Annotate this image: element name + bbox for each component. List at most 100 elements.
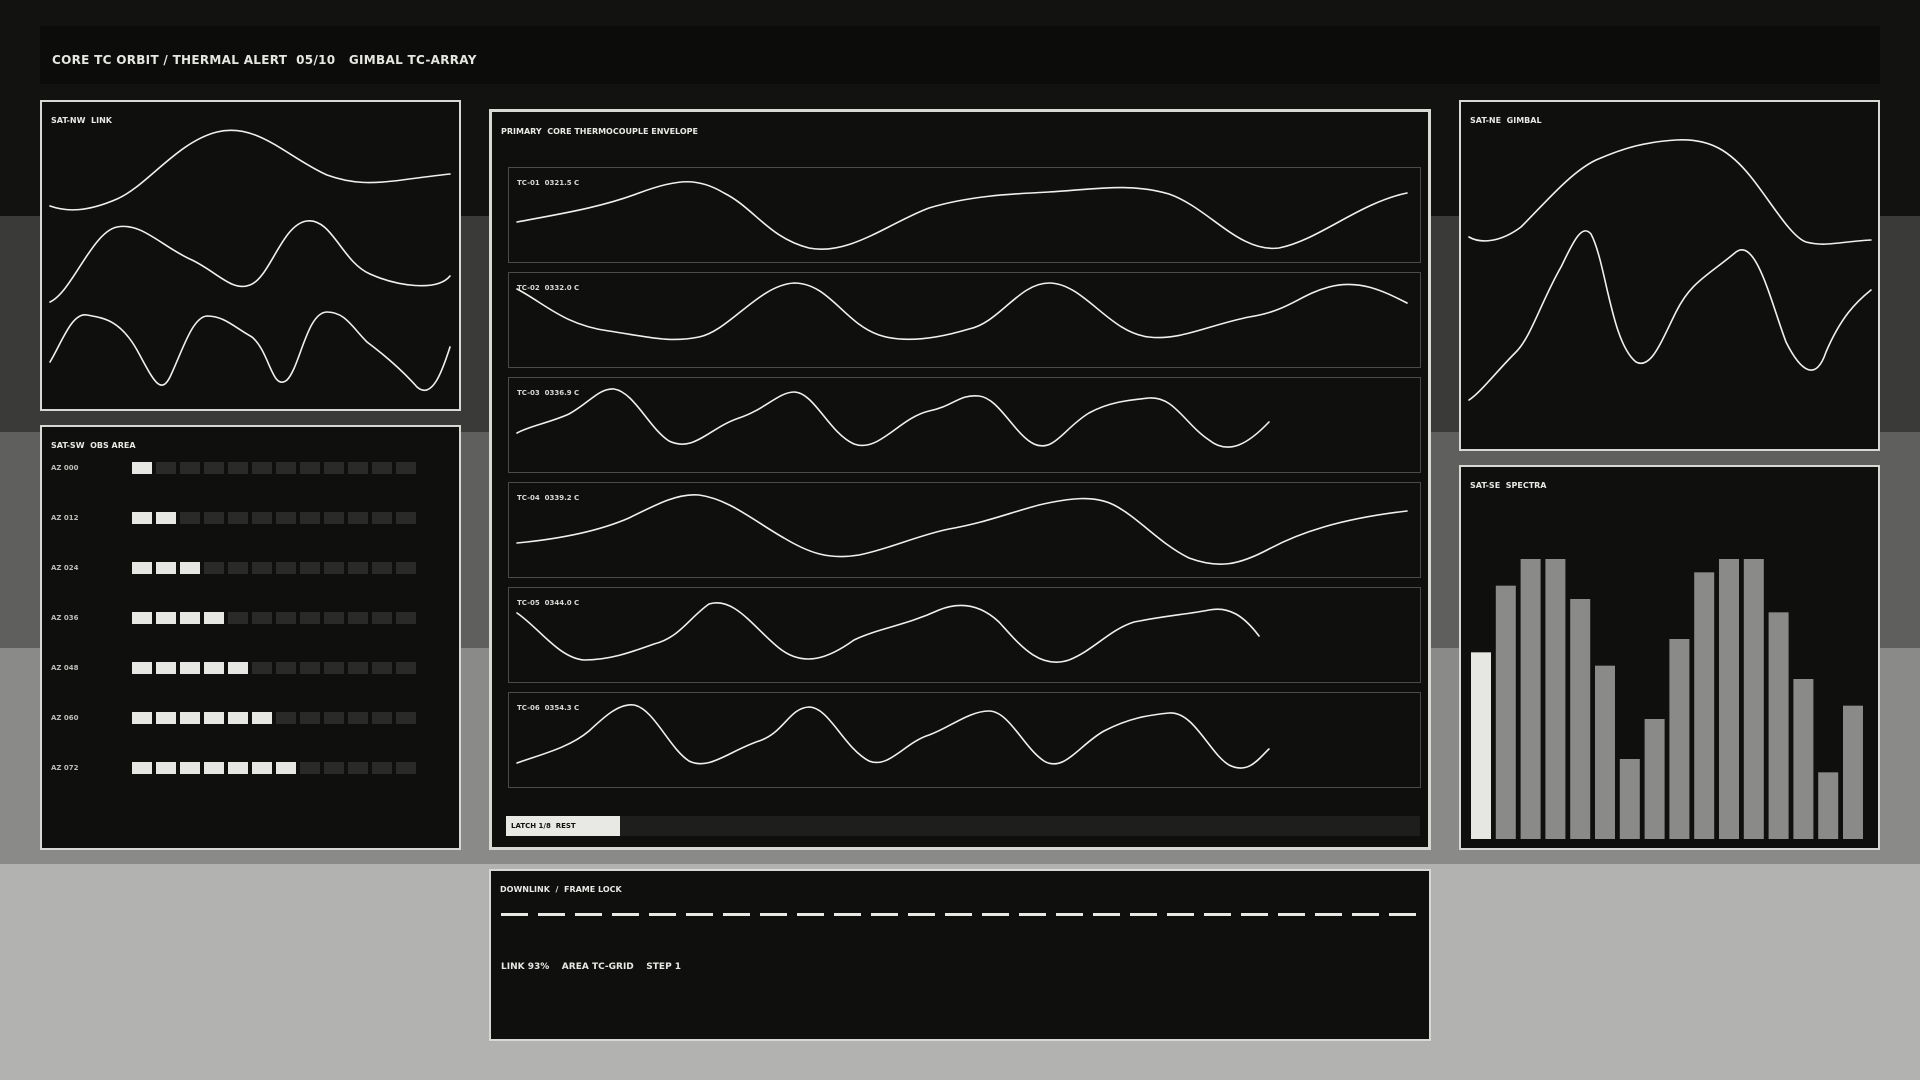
obs-row: AZ 000 [51,462,431,474]
panel-title: PRIMARY CORE THERMOCOUPLE ENVELOPE [501,127,698,136]
obs-cell [132,662,152,674]
sat-ne-trace-2 [1468,230,1872,401]
obs-cell [228,762,248,774]
obs-cell [252,762,272,774]
spectra-bar [1719,559,1739,839]
obs-row: AZ 060 [51,712,431,724]
obs-cell [180,462,200,474]
panel-sat-se-spectra: SAT-SE SPECTRA [1459,465,1880,850]
obs-cell [252,662,272,674]
obs-cell [348,712,368,724]
obs-cell [372,462,392,474]
obs-cell [156,712,176,724]
downlink-status: LINK 93% AREA TC-GRID STEP 1 [501,962,682,972]
obs-cell [300,562,320,574]
obs-cell [252,562,272,574]
spectra-bar [1644,719,1665,839]
obs-cell [348,662,368,674]
obs-cell [348,512,368,524]
obs-cell [348,562,368,574]
spectra-bar [1520,559,1541,839]
obs-cell [300,512,320,524]
obs-cell [300,612,320,624]
obs-cell [228,712,248,724]
obs-cell [348,462,368,474]
tc-waveform [516,388,1270,448]
latch-label: LATCH 1/8 REST [511,822,576,830]
obs-cell [372,612,392,624]
obs-cell [276,662,296,674]
spectra-bar [1768,612,1789,839]
spectra-bar [1694,572,1715,839]
obs-cell [396,712,416,724]
panel-primary-thermocouple: PRIMARY CORE THERMOCOUPLE ENVELOPE TC-01… [489,109,1431,850]
panel-sat-nw-link: SAT-NW LINK [40,100,461,411]
obs-cell [396,612,416,624]
obs-row-label: AZ 024 [51,564,79,572]
obs-cell [180,512,200,524]
obs-cell [156,512,176,524]
obs-cell [324,512,344,524]
obs-cell [276,612,296,624]
obs-row: AZ 048 [51,662,431,674]
tc-strip: TC-06 0354.3 C [508,692,1421,788]
obs-cell [324,712,344,724]
obs-cell [132,462,152,474]
frame-lock-dashes [501,913,1417,916]
obs-cell [204,612,224,624]
spectra-bar [1619,759,1640,839]
obs-cell [252,462,272,474]
obs-cell [252,712,272,724]
panel-title: DOWNLINK / FRAME LOCK [500,885,622,894]
spectra-bar [1793,679,1814,839]
tc-waveform [516,493,1408,565]
tc-strip: TC-03 0336.9 C [508,377,1421,473]
obs-cell [180,712,200,724]
obs-cell [204,462,224,474]
obs-row: AZ 012 [51,512,431,524]
obs-cell [276,562,296,574]
sat-nw-trace-1 [49,129,451,211]
obs-cell [180,762,200,774]
obs-cell [348,612,368,624]
tc-strip: TC-02 0332.0 C [508,272,1421,368]
obs-cell [396,662,416,674]
obs-cell [180,612,200,624]
obs-row: AZ 072 [51,762,431,774]
obs-cell [348,762,368,774]
obs-cell [300,462,320,474]
sat-ne-trace-1 [1468,139,1872,245]
spectra-bar [1669,639,1690,839]
tc-waveform [516,282,1408,341]
obs-cell [132,712,152,724]
obs-cell [228,612,248,624]
obs-cell [324,612,344,624]
obs-cell [252,612,272,624]
obs-cell [396,562,416,574]
spectra-bar [1743,559,1764,839]
obs-row-label: AZ 012 [51,514,79,522]
obs-cell [156,462,176,474]
obs-cell [396,462,416,474]
obs-cell [156,662,176,674]
sat-ne-waveform [1468,139,1872,401]
header-bar: CORE TC ORBIT / THERMAL ALERT 05/10 GIMB… [40,26,1880,84]
panel-title: SAT-SW OBS AREA [51,441,136,450]
obs-cell [372,662,392,674]
obs-cell [204,562,224,574]
obs-cell [300,762,320,774]
obs-row-label: AZ 036 [51,614,79,622]
obs-cell [396,762,416,774]
obs-cell [276,762,296,774]
obs-cell [396,512,416,524]
tc-waveform [516,601,1260,663]
obs-cell [276,462,296,474]
obs-cell [156,562,176,574]
obs-cell [228,512,248,524]
obs-cell [204,762,224,774]
obs-cell [132,762,152,774]
obs-cell [300,712,320,724]
tc-waveform [516,180,1408,250]
tc-strip: TC-01 0321.5 C [508,167,1421,263]
spectra-bar [1595,665,1615,839]
